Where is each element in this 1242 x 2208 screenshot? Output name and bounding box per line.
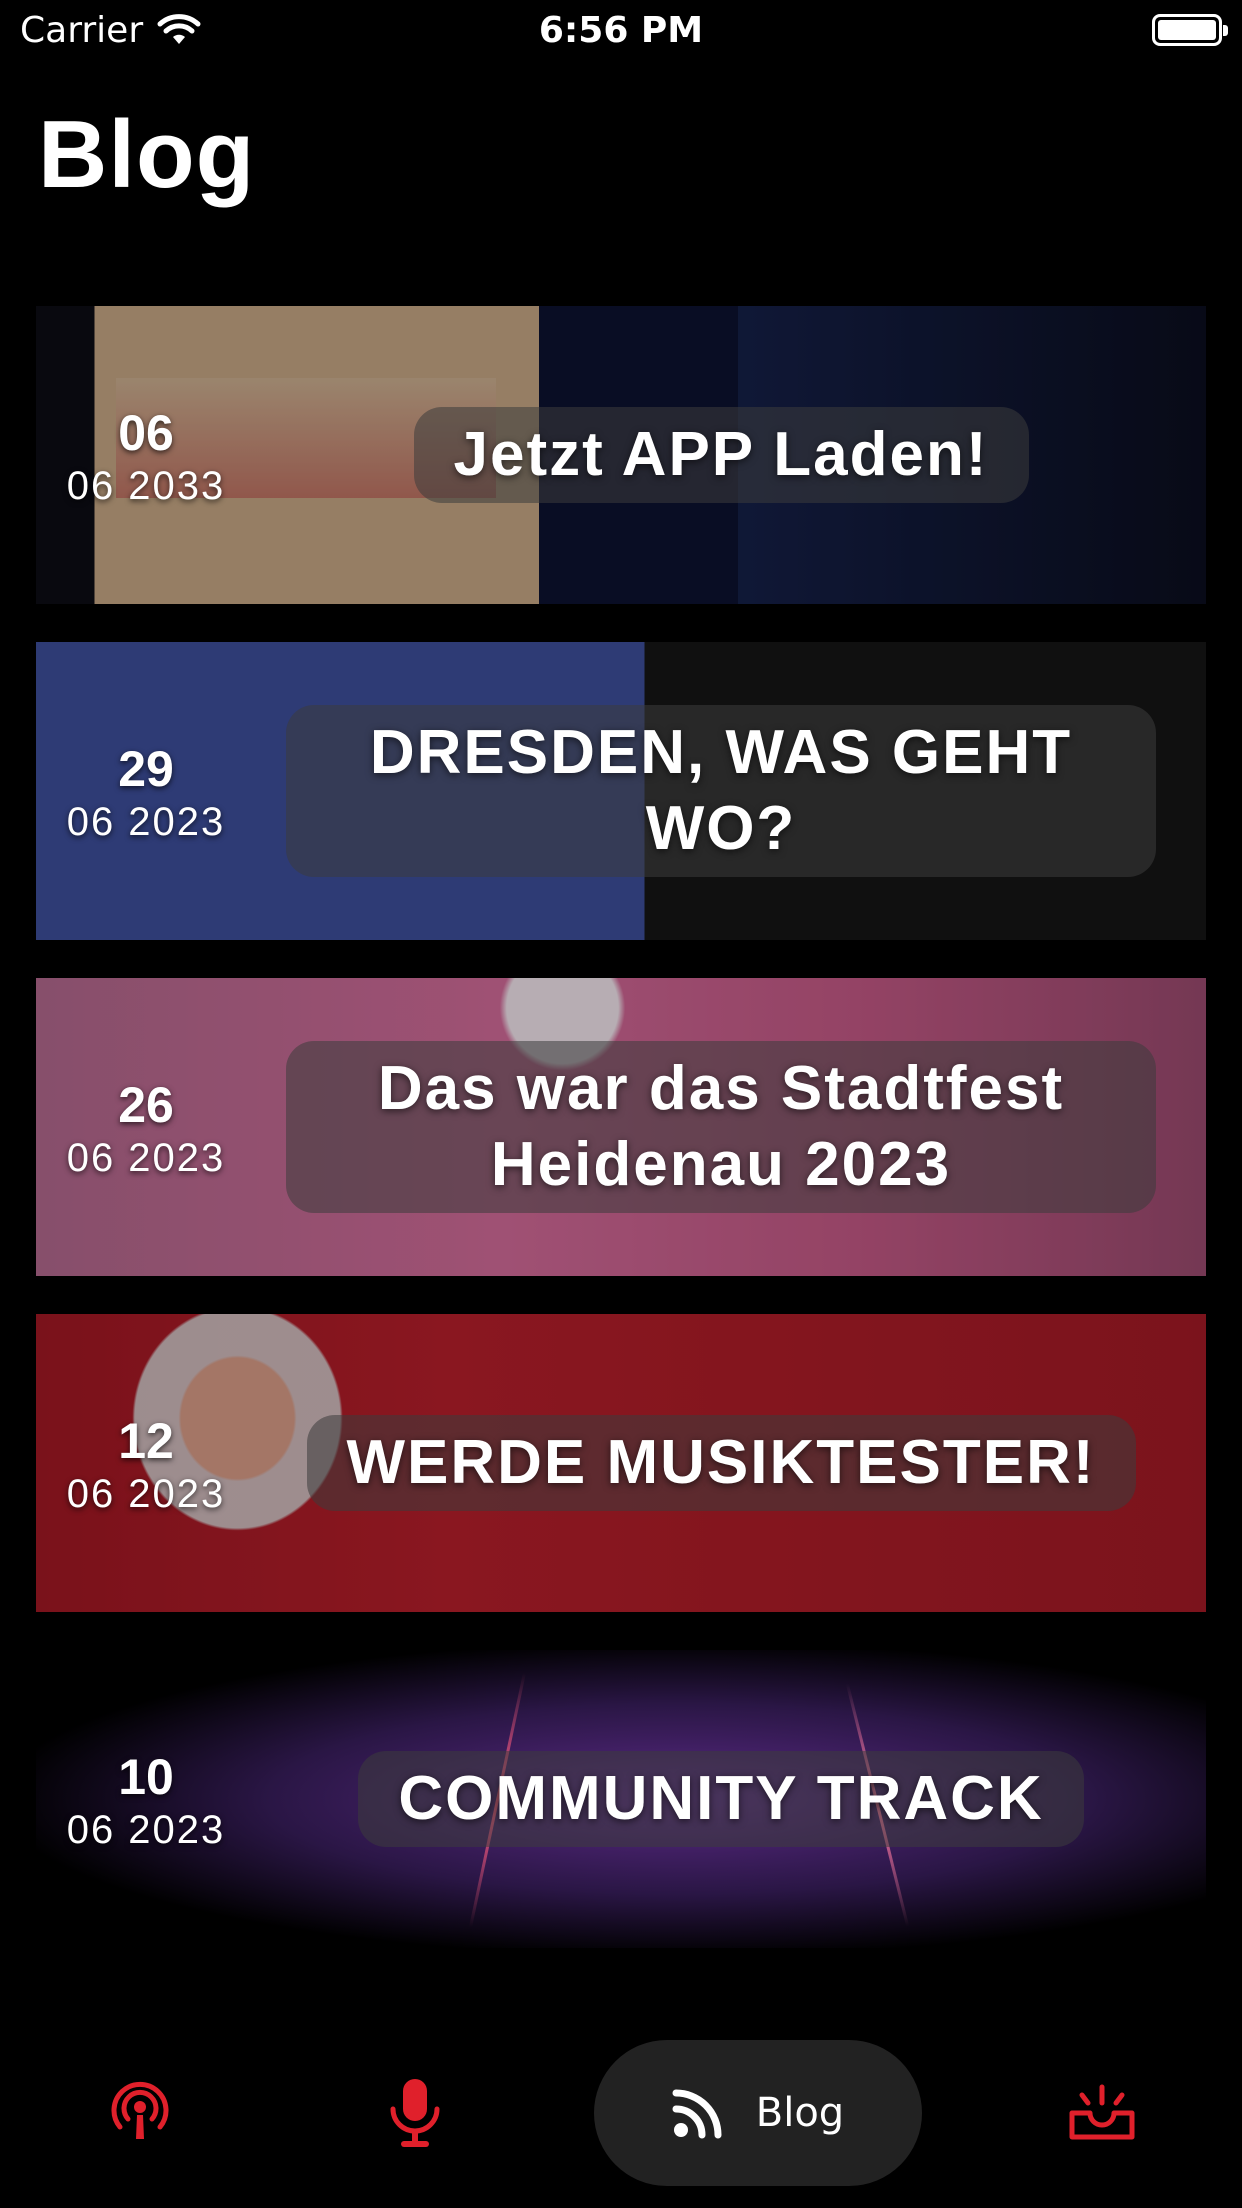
post-day: 10 [118, 1749, 174, 1805]
tab-microphone[interactable] [365, 2040, 465, 2186]
post-month-year: 06 2033 [66, 464, 226, 508]
post-date: 12 06 2023 [36, 1416, 256, 1514]
post-date: 26 06 2023 [36, 1080, 256, 1178]
post-day: 12 [118, 1413, 174, 1469]
blog-post-card[interactable]: 06 06 2033 Jetzt APP Laden! [36, 306, 1206, 604]
post-month-year: 06 2023 [66, 1136, 226, 1180]
post-date: 29 06 2023 [36, 744, 256, 842]
tab-blog[interactable]: Blog [594, 2040, 922, 2186]
page-title: Blog [38, 101, 256, 208]
post-title: DRESDEN, WAS GEHT WO? [286, 705, 1156, 877]
tab-blog-label: Blog [755, 2090, 845, 2136]
post-day: 26 [118, 1077, 174, 1133]
post-month-year: 06 2023 [66, 1808, 226, 1852]
blog-feed: 06 06 2033 Jetzt APP Laden! 29 06 2023 D… [36, 306, 1206, 1986]
status-bar: Carrier 6:56 PM [0, 0, 1242, 62]
blog-post-card[interactable]: 26 06 2023 Das war das Stadtfest Heidena… [36, 978, 1206, 1276]
podcast-icon [108, 2081, 172, 2145]
microphone-icon [387, 2077, 443, 2149]
post-title: Das war das Stadtfest Heidenau 2023 [286, 1041, 1156, 1213]
post-day: 06 [118, 405, 174, 461]
rss-icon [672, 2087, 724, 2139]
blog-post-card[interactable]: 29 06 2023 DRESDEN, WAS GEHT WO? [36, 642, 1206, 940]
post-date: 10 06 2023 [36, 1752, 256, 1850]
post-title: WERDE MUSIKTESTER! [306, 1415, 1136, 1511]
post-day: 29 [118, 741, 174, 797]
post-month-year: 06 2023 [66, 1472, 226, 1516]
blog-post-card[interactable]: 12 06 2023 WERDE MUSIKTESTER! [36, 1314, 1206, 1612]
tab-inbox[interactable] [1052, 2040, 1152, 2186]
post-month-year: 06 2023 [66, 800, 226, 844]
inbox-icon [1068, 2083, 1136, 2143]
clock: 6:56 PM [538, 10, 704, 51]
battery-icon [1152, 14, 1228, 46]
tab-podcast[interactable] [90, 2040, 190, 2186]
post-title: Jetzt APP Laden! [413, 407, 1029, 503]
post-title: COMMUNITY TRACK [358, 1751, 1084, 1847]
blog-post-card[interactable]: 10 06 2023 COMMUNITY TRACK [36, 1650, 1206, 1948]
tab-bar: Blog [0, 2040, 1242, 2186]
post-date: 06 06 2033 [36, 408, 256, 506]
